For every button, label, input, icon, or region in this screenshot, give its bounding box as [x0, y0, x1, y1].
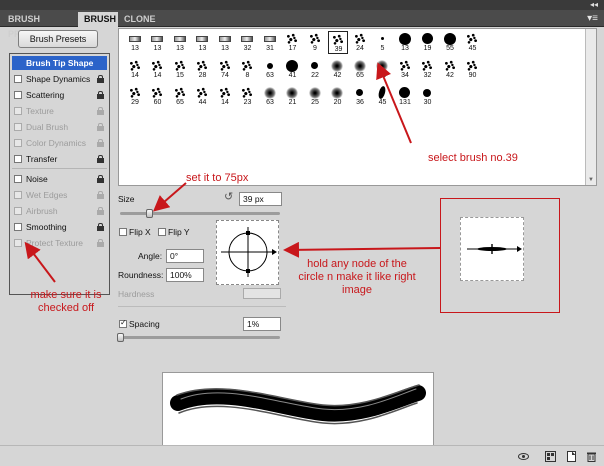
size-input[interactable]: 39 px — [239, 192, 282, 206]
arrow-checked-off — [24, 241, 56, 283]
arrow-hold-node — [283, 241, 441, 258]
hardness-slider-track[interactable] — [118, 306, 286, 307]
stroke-preview-icon — [170, 384, 426, 425]
brush-stroke-preview — [162, 372, 434, 450]
new-preset-icon[interactable] — [566, 451, 577, 462]
spacing-checkbox[interactable] — [119, 318, 127, 328]
angle-label: Angle: — [138, 251, 163, 261]
annotation-select-brush: select brush no.39 — [428, 152, 518, 164]
annotation-set-size: set it to 75px — [186, 172, 249, 184]
size-slider-track[interactable] — [120, 212, 280, 215]
size-slider-thumb[interactable] — [146, 209, 153, 218]
annotation-hold-node-line1: hold any node of the — [307, 258, 407, 270]
brush-grid-icon[interactable] — [545, 451, 556, 462]
example-flattened-tip — [460, 217, 524, 281]
annotation-hold-node-line2: circle n make it like right — [298, 271, 416, 283]
spacing-slider-track[interactable] — [120, 336, 280, 339]
annotation-checked-off-line1: make sure it is — [30, 289, 102, 301]
annotation-hold-node-line3: image — [342, 284, 372, 296]
flip-x-checkbox[interactable] — [119, 228, 127, 236]
angle-input[interactable]: 0° — [166, 249, 204, 263]
reset-size-icon[interactable]: ↺ — [224, 192, 234, 203]
flip-y-label: Flip Y — [168, 227, 190, 237]
roundness-label: Roundness: — [118, 270, 164, 280]
trash-icon[interactable] — [586, 451, 597, 462]
roundness-input[interactable]: 100% — [166, 268, 204, 282]
hardness-label: Hardness — [118, 289, 155, 299]
panel-bottom-toolbar — [0, 445, 604, 466]
arrow-set-size — [152, 182, 187, 212]
flip-x-label: Flip X — [129, 227, 151, 237]
flattened-tip-icon — [467, 244, 522, 254]
hardness-input[interactable] — [243, 288, 281, 299]
angle-roundness-widget[interactable] — [216, 220, 279, 285]
spacing-input[interactable]: 1% — [243, 317, 281, 331]
spacing-label: Spacing — [129, 319, 160, 329]
arrow-select-brush — [376, 62, 412, 144]
flip-y-checkbox[interactable] — [158, 228, 166, 236]
toggle-live-tip-icon[interactable] — [518, 451, 529, 462]
angle-circle-icon[interactable] — [217, 221, 278, 284]
example-image-frame — [440, 198, 560, 313]
size-label: Size — [118, 194, 135, 204]
spacing-slider-thumb[interactable] — [117, 333, 124, 342]
annotation-checked-off-line2: checked off — [37, 302, 95, 314]
